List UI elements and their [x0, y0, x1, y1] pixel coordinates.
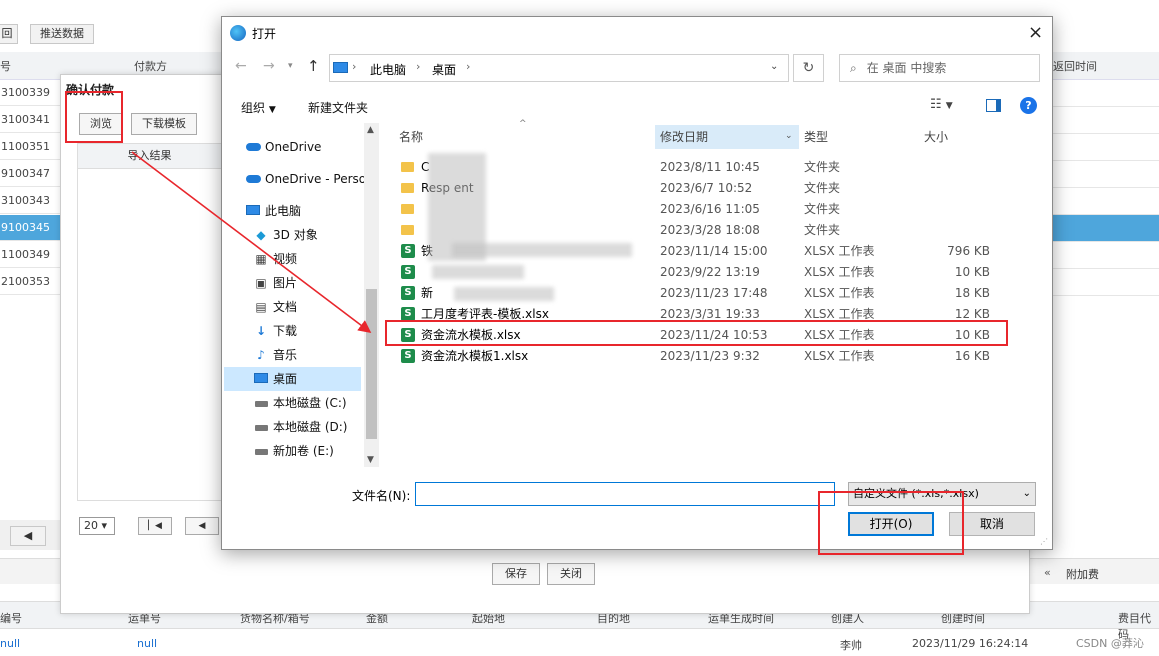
annotation-arrow — [131, 151, 372, 333]
